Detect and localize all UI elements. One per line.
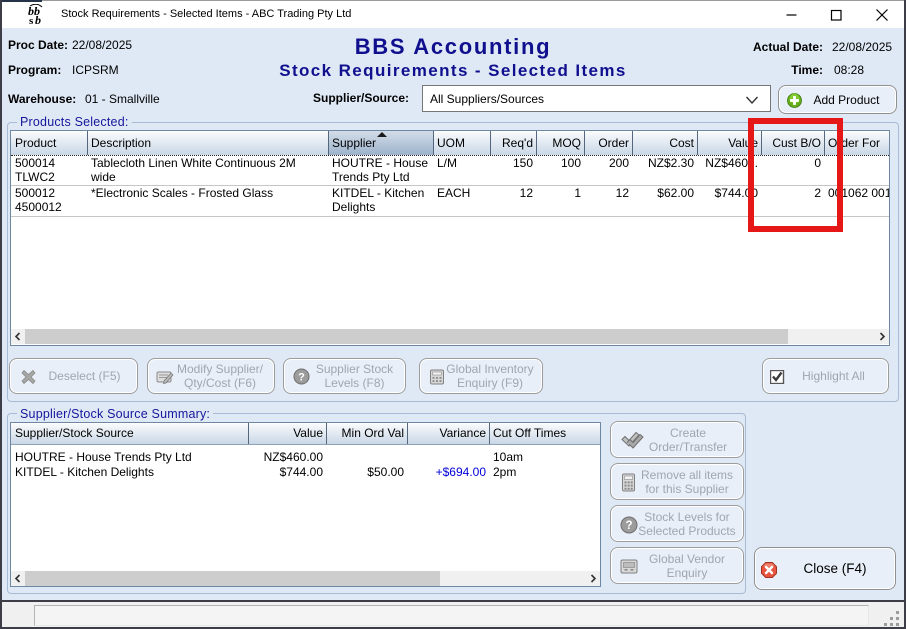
svg-text:?: ? [625, 520, 632, 532]
svg-text:s: s [29, 15, 34, 25]
svg-text:b: b [35, 13, 41, 25]
svg-text:?: ? [298, 372, 305, 384]
